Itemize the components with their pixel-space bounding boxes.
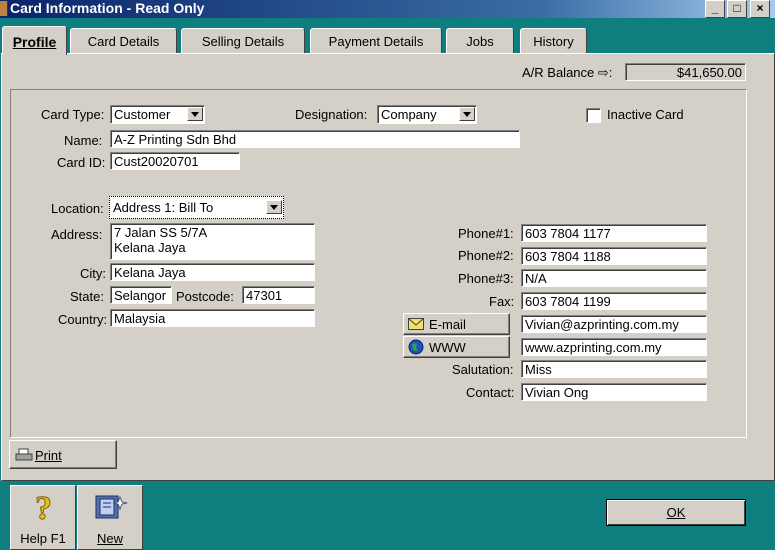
state-field[interactable]: Selangor: [110, 286, 172, 304]
print-button-label: Print: [35, 448, 62, 463]
email-button-label: E-mail: [429, 317, 466, 332]
phone3-label: Phone#3:: [458, 271, 514, 286]
close-button[interactable]: ×: [750, 0, 770, 18]
ok-button-label: OK: [666, 505, 686, 520]
designation-label: Designation:: [295, 107, 368, 122]
location-select[interactable]: Address 1: Bill To: [109, 196, 284, 219]
location-value: Address 1: Bill To: [113, 200, 214, 215]
phone1-label: Phone#1:: [458, 226, 514, 241]
tab-label: Card Details: [87, 34, 160, 49]
www-field[interactable]: www.azprinting.com.my: [521, 338, 707, 356]
fax-label: Fax:: [489, 294, 515, 309]
designation-select[interactable]: Company: [377, 105, 477, 124]
tab-history[interactable]: History: [520, 28, 587, 53]
window-title: Card Information - Read Only: [10, 0, 205, 16]
tab-label: Payment Details: [328, 34, 424, 49]
card-id-label: Card ID:: [57, 155, 106, 170]
contact-label: Contact:: [466, 385, 515, 400]
www-button[interactable]: WWW: [403, 336, 510, 358]
phone1-field[interactable]: 603 7804 1177: [521, 224, 707, 242]
phone2-field[interactable]: 603 7804 1188: [521, 247, 707, 265]
country-field[interactable]: Malaysia: [110, 309, 315, 327]
print-button[interactable]: Print: [9, 440, 117, 469]
inactive-card-checkbox[interactable]: [586, 108, 601, 123]
city-field[interactable]: Kelana Jaya: [110, 263, 315, 281]
card-id-field[interactable]: Cust20020701: [110, 152, 240, 170]
help-label: Help F1: [20, 531, 66, 546]
ar-balance-value: $41,650.00: [625, 63, 746, 81]
tab-label: Profile: [12, 34, 57, 50]
salutation-field[interactable]: Miss: [521, 360, 707, 378]
print-icon: [15, 448, 33, 461]
tab-label: History: [533, 34, 574, 49]
new-label: New: [96, 531, 123, 546]
chevron-down-icon[interactable]: [266, 200, 282, 214]
new-button[interactable]: New: [77, 485, 143, 550]
email-icon: [408, 318, 424, 330]
phone3-field[interactable]: N/A: [521, 269, 707, 287]
card-type-label: Card Type:: [41, 107, 105, 122]
email-button[interactable]: E-mail: [403, 313, 510, 335]
ok-button[interactable]: OK: [606, 499, 746, 526]
card-type-select[interactable]: Customer: [110, 105, 205, 124]
country-label: Country:: [58, 312, 108, 327]
chevron-down-icon[interactable]: [459, 107, 475, 121]
card-type-value: Customer: [114, 107, 171, 122]
help-button[interactable]: ? Help F1: [10, 485, 76, 550]
tab-jobs[interactable]: Jobs: [446, 28, 514, 53]
tab-card-details[interactable]: Card Details: [70, 28, 177, 53]
state-label: State:: [70, 289, 104, 304]
contact-field[interactable]: Vivian Ong: [521, 383, 707, 401]
email-field[interactable]: Vivian@azprinting.com.my: [521, 315, 707, 333]
globe-icon: [408, 339, 424, 355]
name-field[interactable]: A-Z Printing Sdn Bhd: [110, 130, 520, 148]
name-label: Name:: [64, 133, 103, 148]
salutation-label: Salutation:: [452, 362, 514, 377]
address-label: Address:: [51, 227, 103, 242]
tab-profile[interactable]: Profile: [2, 26, 67, 55]
postcode-field[interactable]: 47301: [242, 286, 315, 304]
new-card-icon: [95, 495, 128, 519]
tab-payment-details[interactable]: Payment Details: [310, 28, 442, 53]
inactive-card-label: Inactive Card: [607, 107, 684, 122]
fax-field[interactable]: 603 7804 1199: [521, 292, 707, 310]
help-question-icon: ?: [35, 491, 53, 525]
phone2-label: Phone#2:: [458, 248, 514, 263]
tab-label: Jobs: [466, 34, 494, 49]
tab-label: Selling Details: [201, 34, 285, 49]
minimize-button[interactable]: _: [705, 0, 725, 18]
chevron-down-icon[interactable]: [187, 107, 203, 121]
address-field[interactable]: 7 Jalan SS 5/7A Kelana Jaya: [110, 223, 315, 260]
ar-balance-label: A/R Balance ⇨:: [522, 65, 613, 80]
tab-selling-details[interactable]: Selling Details: [181, 28, 305, 53]
designation-value: Company: [381, 107, 437, 122]
postcode-label: Postcode:: [176, 289, 234, 304]
location-label: Location:: [51, 201, 104, 216]
city-label: City:: [80, 266, 106, 281]
maximize-button[interactable]: □: [727, 0, 747, 18]
title-bar[interactable]: Card Information - Read Only _ □ ×: [0, 0, 775, 18]
www-button-label: WWW: [429, 340, 466, 355]
app-icon: [0, 1, 8, 16]
svg-text:?: ?: [35, 491, 52, 525]
